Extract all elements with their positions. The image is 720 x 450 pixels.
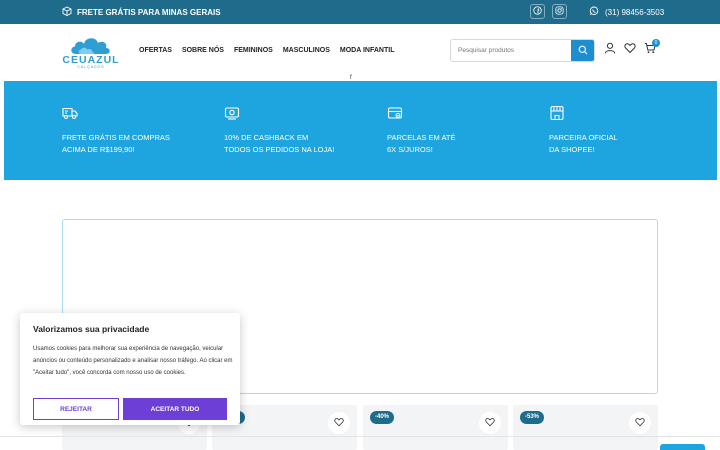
cloud-logo-icon	[71, 38, 110, 54]
shipping-promo: FRETE GRÁTIS PARA MINAS GERAIS	[62, 0, 221, 24]
card-icon	[387, 105, 403, 121]
discount-badge: -40%	[370, 411, 395, 424]
truck-icon	[62, 105, 78, 121]
cookie-text: Usamos cookies para melhorar sua experiê…	[33, 346, 233, 376]
site-header: CEUAZUL CALÇADOS OFERTAS SOBRE NÓS FEMIN…	[0, 24, 720, 81]
search-icon	[578, 42, 588, 60]
cart-count-badge: 0	[652, 39, 660, 47]
accept-cookies-button[interactable]: ACEITAR TUDO	[123, 398, 227, 420]
benefit-line: FRETE GRÁTIS EM COMPRAS	[62, 133, 170, 142]
heart-icon	[334, 414, 344, 432]
facebook-link[interactable]	[530, 4, 545, 19]
page: FRETE GRÁTIS PARA MINAS GERAIS (31) 9845…	[0, 0, 720, 450]
wishlist-toggle[interactable]	[479, 412, 501, 434]
logo[interactable]: CEUAZUL CALÇADOS	[62, 34, 120, 70]
nav-item-moda-infantil[interactable]: MODA INFANTIL	[340, 47, 395, 54]
heart-icon	[485, 414, 495, 432]
cookie-consent-banner: Valorizamos sua privacidade Usamos cooki…	[20, 313, 240, 425]
divider	[0, 436, 720, 437]
user-icon	[604, 41, 616, 59]
cashback-icon	[224, 105, 240, 121]
nav-item-sobre-nos[interactable]: SOBRE NÓS	[182, 47, 224, 54]
instagram-icon	[555, 6, 564, 17]
logo-subtext: CALÇADOS	[77, 65, 105, 69]
top-bar: FRETE GRÁTIS PARA MINAS GERAIS (31) 9845…	[0, 0, 720, 24]
floating-widget-button[interactable]	[660, 444, 705, 450]
facebook-icon	[533, 6, 542, 17]
cart-button[interactable]: 0	[643, 39, 660, 57]
cookie-title: Valorizamos sua privacidade	[33, 324, 150, 334]
whatsapp-icon	[589, 6, 599, 18]
phone-number: (31) 98456-3503	[605, 7, 665, 17]
store-icon	[549, 105, 565, 121]
search-bar	[450, 39, 595, 62]
search-input[interactable]	[451, 40, 573, 61]
heart-icon	[624, 41, 636, 59]
nav-item-masculinos[interactable]: MASCULINOS	[283, 47, 330, 54]
heart-icon	[635, 414, 645, 432]
promo-text: FRETE GRÁTIS PARA MINAS GERAIS	[77, 7, 221, 17]
benefit-line: PARCEIRA OFICIAL	[549, 133, 618, 142]
benefit-line: ACIMA DE R$199,90!	[62, 145, 135, 154]
phone-contact[interactable]: (31) 98456-3503	[589, 0, 664, 24]
wishlist-toggle[interactable]	[328, 412, 350, 434]
account-button[interactable]	[603, 41, 617, 59]
nav-item-ofertas[interactable]: OFERTAS	[139, 47, 172, 54]
benefit-line: DA SHOPEE!	[549, 145, 595, 154]
benefit-line: PARCELAS EM ATÉ	[387, 133, 456, 142]
wishlist-button[interactable]	[623, 43, 637, 57]
wishlist-toggle[interactable]	[629, 412, 651, 434]
product-card[interactable]: -40%	[363, 405, 508, 450]
discount-badge: -53%	[520, 411, 545, 424]
search-button[interactable]	[571, 40, 594, 61]
product-card[interactable]: -53%	[513, 405, 658, 450]
reject-cookies-button[interactable]: REJEITAR	[33, 398, 119, 420]
instagram-link[interactable]	[552, 4, 567, 19]
benefit-line: TODOS OS PEDIDOS NA LOJA!	[224, 145, 335, 154]
box-icon	[62, 6, 72, 18]
benefits-band: FRETE GRÁTIS EM COMPRAS ACIMA DE R$199,9…	[4, 81, 717, 180]
benefit-line: 6X S/JUROS!	[387, 145, 433, 154]
benefit-line: 10% DE CASHBACK EM	[224, 133, 309, 142]
main-nav: OFERTAS SOBRE NÓS FEMININOS MASCULINOS M…	[139, 24, 394, 76]
nav-item-femininos[interactable]: FEMININOS	[234, 47, 273, 54]
